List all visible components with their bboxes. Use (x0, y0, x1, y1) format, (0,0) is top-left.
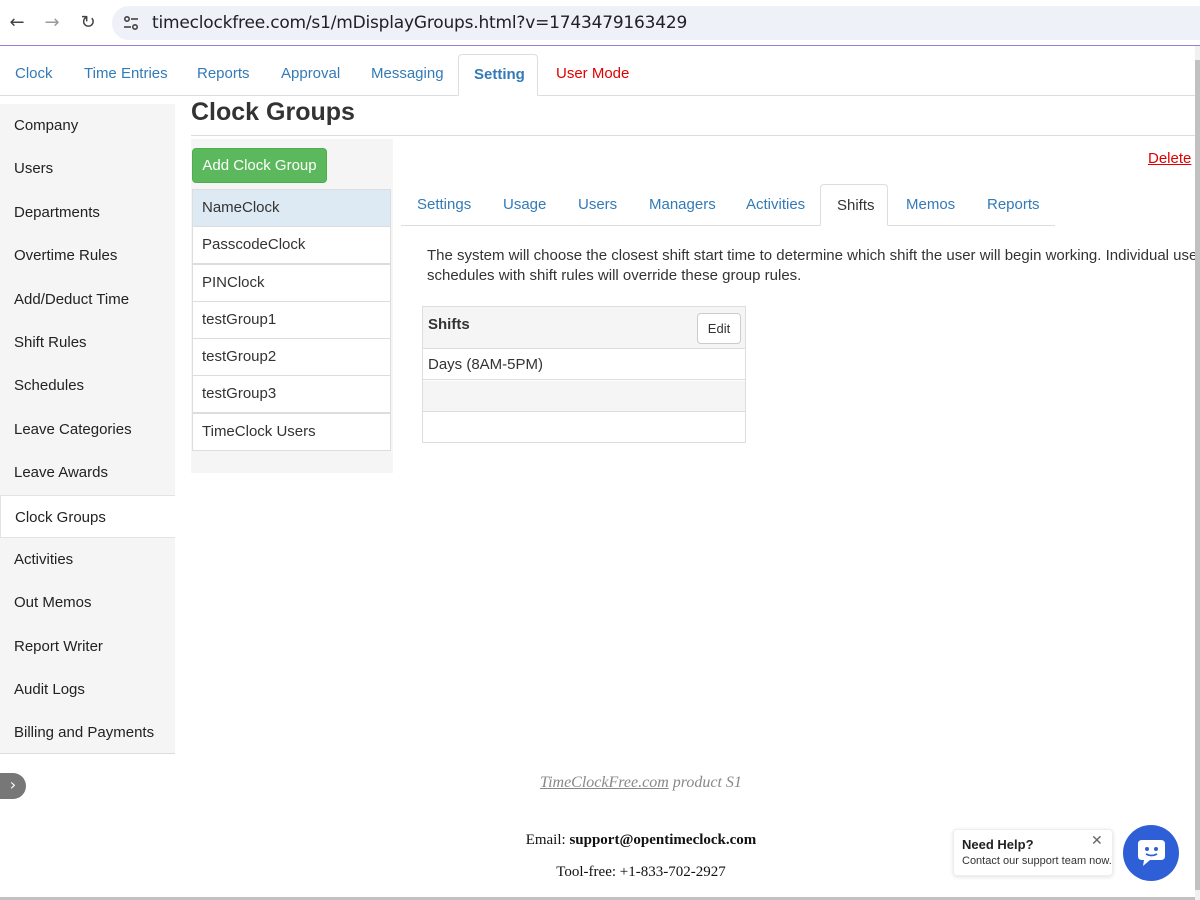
tab-approval[interactable]: Approval (266, 54, 355, 96)
chat-launcher-button[interactable] (1123, 825, 1179, 881)
back-arrow-icon[interactable]: ← (6, 12, 28, 34)
tab-memos[interactable]: Memos (890, 184, 971, 226)
sidebar-item-activities[interactable]: Activities (0, 538, 175, 581)
url-text[interactable]: timeclockfree.com/s1/mDisplayGroups.html… (152, 13, 687, 33)
site-settings-icon[interactable] (122, 14, 140, 32)
vertical-scrollbar-thumb[interactable] (1195, 60, 1200, 890)
shift-row (423, 381, 745, 412)
tab-users[interactable]: Users (562, 184, 633, 226)
shifts-description: The system will choose the closest shift… (427, 246, 1200, 286)
group-item-passcodeclock[interactable]: PasscodeClock (192, 226, 391, 264)
tab-clock[interactable]: Clock (0, 54, 68, 96)
sidebar-item-overtime-rules[interactable]: Overtime Rules (0, 234, 175, 277)
tab-user-mode[interactable]: User Mode (541, 54, 644, 96)
tab-messaging[interactable]: Messaging (356, 54, 459, 96)
title-divider (191, 135, 1200, 136)
group-item-testgroup1[interactable]: testGroup1 (192, 301, 391, 339)
group-item-timeclock-users[interactable]: TimeClock Users (192, 413, 391, 451)
add-clock-group-button[interactable]: Add Clock Group (192, 148, 327, 183)
browser-toolbar: ← → ↻ timeclockfree.com/s1/mDisplayGroup… (0, 0, 1200, 46)
page-title: Clock Groups (191, 98, 355, 126)
sidebar-item-billing-and-payments[interactable]: Billing and Payments (0, 711, 175, 754)
reload-icon[interactable]: ↻ (77, 12, 99, 34)
sidebar-item-company[interactable]: Company (0, 104, 175, 147)
address-bar[interactable]: timeclockfree.com/s1/mDisplayGroups.html… (112, 6, 1200, 40)
help-popup[interactable]: Need Help? Contact our support team now.… (953, 829, 1113, 876)
tab-shifts[interactable]: Shifts (820, 184, 888, 226)
footer-product-suffix: product S1 (672, 774, 742, 791)
help-popup-subtitle: Contact our support team now. (962, 855, 1112, 867)
main-nav-tabs: Clock Time Entries Reports Approval Mess… (0, 54, 1200, 96)
tab-setting[interactable]: Setting (458, 54, 538, 96)
sidebar-item-report-writer[interactable]: Report Writer (0, 625, 175, 668)
tab-activities[interactable]: Activities (730, 184, 821, 226)
sidebar-item-audit-logs[interactable]: Audit Logs (0, 668, 175, 711)
sidebar-item-schedules[interactable]: Schedules (0, 364, 175, 407)
settings-sidebar: Company Users Departments Overtime Rules… (0, 104, 175, 754)
sidebar-item-out-memos[interactable]: Out Memos (0, 581, 175, 624)
tab-time-entries[interactable]: Time Entries (69, 54, 183, 96)
sidebar-item-clock-groups[interactable]: Clock Groups (0, 495, 175, 538)
tab-reports[interactable]: Reports (182, 54, 265, 96)
sidebar-item-shift-rules[interactable]: Shift Rules (0, 321, 175, 364)
shifts-description-line-1: The system will choose the closest shift… (427, 247, 1200, 264)
forward-arrow-icon[interactable]: → (41, 12, 63, 34)
footer-product-line: TimeClockFree.com product S1 (0, 774, 1200, 792)
footer-product-link[interactable]: TimeClockFree.com (540, 774, 669, 791)
shift-row (423, 412, 745, 443)
tab-reports-detail[interactable]: Reports (971, 184, 1056, 226)
sidebar-item-users[interactable]: Users (0, 147, 175, 190)
close-icon[interactable]: ✕ (1091, 833, 1103, 849)
footer-email-label: Email: (525, 832, 566, 848)
group-detail-tabs: Settings Usage Users Managers Activities… (401, 184, 1055, 226)
edit-shifts-button[interactable]: Edit (697, 313, 741, 344)
group-item-nameclock[interactable]: NameClock (192, 189, 391, 227)
shifts-table-title: Shifts (428, 316, 470, 333)
sidebar-item-leave-categories[interactable]: Leave Categories (0, 408, 175, 451)
group-item-testgroup3[interactable]: testGroup3 (192, 375, 391, 413)
shifts-description-line-2: schedules with shift rules will override… (427, 267, 802, 284)
group-item-pinclock[interactable]: PINClock (192, 264, 391, 302)
group-item-testgroup2[interactable]: testGroup2 (192, 338, 391, 376)
shifts-table-header: Shifts Edit (423, 307, 745, 349)
shifts-table: Shifts Edit Days (8AM-5PM) (422, 306, 746, 443)
shift-row: Days (8AM-5PM) (423, 349, 745, 380)
sidebar-item-leave-awards[interactable]: Leave Awards (0, 451, 175, 494)
chat-bubble-icon (1138, 840, 1165, 866)
help-popup-title: Need Help? (962, 837, 1034, 852)
delete-group-link[interactable]: Delete (1148, 150, 1191, 167)
sidebar-item-departments[interactable]: Departments (0, 191, 175, 234)
tab-managers[interactable]: Managers (633, 184, 732, 226)
sidebar-item-add-deduct-time[interactable]: Add/Deduct Time (0, 278, 175, 321)
tab-settings[interactable]: Settings (401, 184, 487, 226)
footer-email-value[interactable]: support@opentimeclock.com (569, 832, 756, 848)
tab-usage[interactable]: Usage (487, 184, 562, 226)
